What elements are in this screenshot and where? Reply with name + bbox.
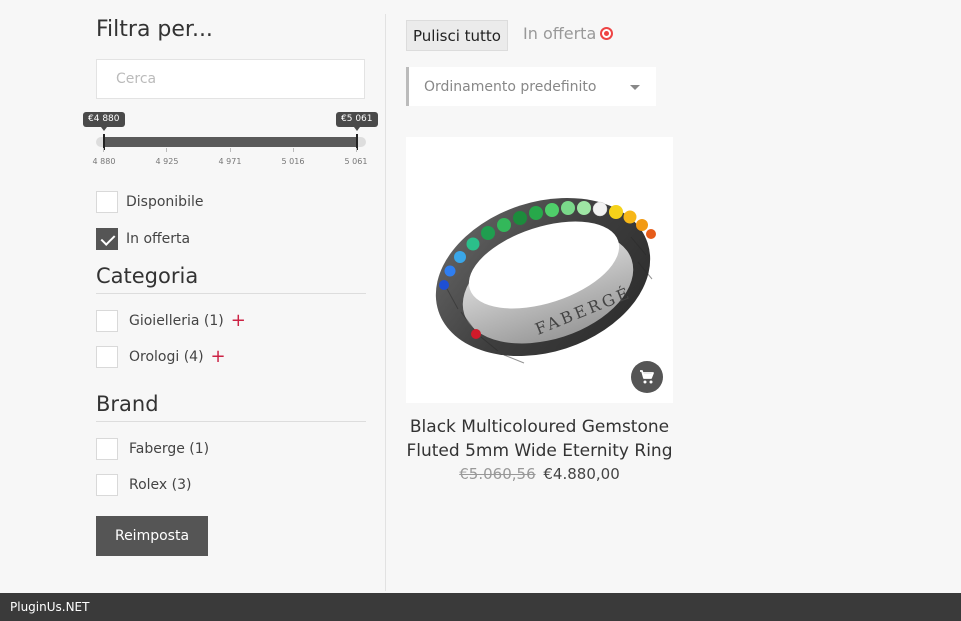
brand-heading: Brand [96,390,366,422]
category-label: Gioielleria (1) [129,313,224,329]
search-input[interactable] [96,59,365,99]
slider-tick [293,148,294,152]
product-image[interactable]: FABERGÉ [406,137,673,403]
brand-label: Rolex (3) [129,477,192,493]
category-heading: Categoria [96,262,366,294]
slider-range-fill [103,137,357,147]
footer-brand[interactable]: PluginUs.NET [10,600,89,614]
slider-tick [103,148,104,152]
on-sale-filter[interactable]: In offerta [96,228,190,250]
product-card[interactable]: FABERGÉ Black Multicoloured Gemstone Flu… [406,137,673,485]
filter-title: Filtra per... [96,17,213,42]
ring-image: FABERGÉ [435,197,656,364]
category-item-orologi[interactable]: Orologi (4) + [96,346,226,368]
brand-item-faberge[interactable]: Faberge (1) [96,438,209,460]
reset-button[interactable]: Reimposta [96,516,208,556]
sort-dropdown[interactable]: Ordinamento predefinito [406,67,656,106]
sale-price: €4.880,00 [543,465,620,483]
cart-icon [640,370,654,384]
on-sale-checkbox[interactable] [96,228,118,250]
price-max-bubble: €5 061 [336,112,378,131]
price-slider[interactable]: €4 880 €5 061 4 880 4 925 4 971 5 016 5 … [83,112,378,176]
old-price: €5.060,56 [459,465,536,483]
category-item-gioielleria[interactable]: Gioielleria (1) + [96,310,246,332]
clear-all-button[interactable]: Pulisci tutto [406,20,508,51]
column-divider [385,14,386,591]
category-label: Orologi (4) [129,349,204,365]
slider-tick-label: 4 925 [155,157,179,166]
availability-checkbox[interactable] [96,191,118,213]
product-title[interactable]: Black Multicoloured Gemstone Fluted 5mm … [406,415,673,463]
category-checkbox[interactable] [96,310,118,332]
filter-sidebar: Filtra per... €4 880 €5 061 4 880 4 925 … [83,14,378,556]
on-sale-label: In offerta [126,231,191,247]
price-min-bubble: €4 880 [83,112,125,131]
remove-filter-icon[interactable] [600,27,614,40]
availability-filter[interactable]: Disponibile [96,191,203,213]
expand-plus-icon[interactable]: + [211,348,226,366]
expand-plus-icon[interactable]: + [231,312,246,330]
brand-checkbox[interactable] [96,438,118,460]
chevron-down-icon [630,85,640,90]
sort-selected-value: Ordinamento predefinito [424,78,597,95]
add-to-cart-button[interactable] [631,361,663,393]
active-filter-label: In offerta [523,24,597,43]
slider-tick-label: 4 880 [92,157,116,166]
footer-bar: PluginUs.NET [0,593,961,621]
category-checkbox[interactable] [96,346,118,368]
slider-tick-label: 4 971 [218,157,242,166]
availability-label: Disponibile [126,194,204,210]
slider-tick [356,148,357,152]
slider-tick [230,148,231,152]
slider-tick-label: 5 016 [281,157,305,166]
product-price: €5.060,56 €4.880,00 [406,463,673,485]
brand-item-rolex[interactable]: Rolex (3) [96,474,192,496]
slider-tick [166,148,167,152]
brand-label: Faberge (1) [129,441,210,457]
slider-tick-label: 5 061 [344,157,368,166]
brand-checkbox[interactable] [96,474,118,496]
active-filter-tag[interactable]: In offerta [523,24,614,43]
